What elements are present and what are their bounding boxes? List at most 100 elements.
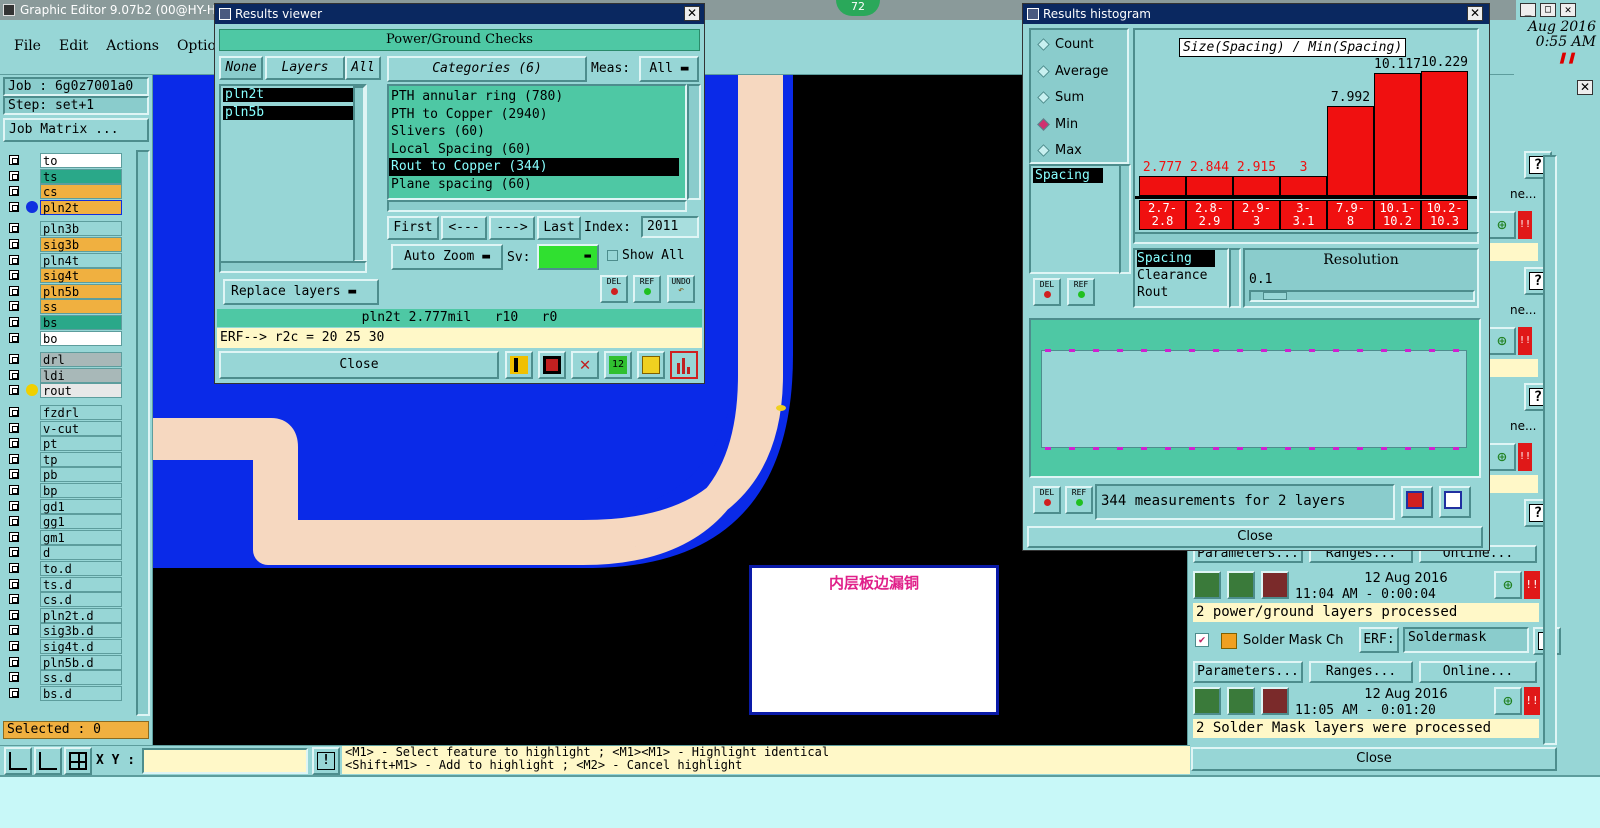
layer-row-sig4t[interactable]: sig4t — [6, 268, 122, 284]
result-layer-item[interactable]: pln5b — [223, 106, 359, 120]
category-item[interactable]: Rout to Copper (344) — [389, 158, 679, 176]
layer-checkbox[interactable] — [9, 547, 19, 558]
export-icon[interactable] — [1401, 486, 1433, 518]
cross-icon[interactable]: ✕ — [571, 351, 599, 379]
first-button[interactable]: First — [387, 216, 439, 240]
drc-icon[interactable] — [505, 351, 533, 379]
layer-checkbox[interactable] — [9, 186, 19, 197]
layers-all-button[interactable]: All — [345, 56, 381, 80]
category-item[interactable]: PTH annular ring (780) — [389, 88, 679, 106]
steps-icon[interactable]: 12 — [604, 351, 632, 379]
zoom-icon[interactable]: ⊕ — [1494, 571, 1522, 599]
layer-row-sig3b.d[interactable]: sig3b.d — [6, 623, 122, 639]
layer-row-d[interactable]: d — [6, 545, 122, 561]
layer-row-bo[interactable]: bo — [6, 330, 122, 346]
metric-item[interactable]: Rout — [1137, 284, 1227, 301]
job-matrix-button[interactable]: Job Matrix ... — [3, 118, 149, 142]
layer-checkbox[interactable] — [9, 239, 19, 249]
stop-icon[interactable] — [1261, 687, 1289, 715]
close-icon[interactable]: ✕ — [684, 6, 700, 21]
show-all-checkbox[interactable] — [607, 250, 618, 261]
layer-row-pln2t[interactable]: pln2t — [6, 199, 122, 215]
run-all-icon[interactable] — [1227, 687, 1255, 715]
result-layer-item[interactable]: pln2t — [223, 88, 359, 102]
grid-icon[interactable] — [64, 747, 92, 775]
layer-checkbox[interactable] — [9, 201, 19, 212]
layer-row-pln2t.d[interactable]: pln2t.d — [6, 607, 122, 623]
layer-checkbox[interactable] — [9, 469, 19, 480]
layer-listbox[interactable]: pln2t pln5b — [219, 84, 367, 264]
layer-scrollbar[interactable] — [136, 150, 150, 716]
layer-row-drl[interactable]: drl — [6, 352, 122, 368]
layer-listbox-hscroll[interactable] — [219, 261, 367, 273]
zoom-icon[interactable]: ⊕ — [1488, 443, 1516, 471]
histogram-bar[interactable] — [1139, 176, 1186, 196]
metric-item-selected[interactable]: Spacing — [1137, 250, 1215, 267]
menu-file[interactable]: File — [14, 38, 41, 54]
layer-checkbox[interactable] — [9, 516, 19, 527]
histogram-icon[interactable] — [670, 351, 698, 379]
last-button[interactable]: Last — [537, 216, 581, 240]
layer-checkbox[interactable] — [9, 354, 19, 365]
category-item[interactable]: Plane spacing (60) — [389, 176, 679, 194]
layer-checkbox[interactable] — [9, 270, 19, 281]
ranges-button[interactable]: Ranges... — [1309, 661, 1413, 683]
layer-checkbox[interactable] — [9, 687, 19, 698]
replace-layers-button[interactable]: Replace layers ▬ — [223, 279, 379, 305]
run-icon[interactable] — [1193, 687, 1221, 715]
layer-checkbox[interactable] — [9, 656, 19, 667]
layer-checkbox[interactable] — [9, 625, 19, 636]
xy-input[interactable] — [142, 748, 308, 774]
layer-checkbox[interactable] — [9, 563, 19, 573]
histogram-bar[interactable] — [1233, 176, 1280, 196]
layer-row-sig3b[interactable]: sig3b — [6, 237, 122, 252]
del-button[interactable]: DEL — [600, 275, 628, 303]
close-icon[interactable]: ✕ — [1577, 80, 1593, 95]
layer-row-pln4t[interactable]: pln4t — [6, 252, 122, 268]
resolution-slider[interactable] — [1249, 290, 1475, 302]
layer-checkbox[interactable] — [9, 317, 19, 327]
layer-checkbox[interactable] — [9, 485, 19, 495]
histogram-hscroll[interactable] — [1133, 232, 1479, 244]
layer-row-pt[interactable]: pt — [6, 436, 122, 452]
layers-button[interactable]: Layers — [265, 56, 345, 80]
chart-icon[interactable] — [1439, 486, 1471, 518]
ref-button[interactable]: REF — [1065, 486, 1093, 514]
prev-button[interactable]: <--- — [441, 216, 487, 240]
sv-color-select[interactable]: ▬ — [537, 244, 599, 270]
online-label[interactable]: ne... — [1510, 303, 1536, 317]
layer-row-ts[interactable]: ts — [6, 168, 122, 184]
erf-button[interactable]: ERF: — [1359, 627, 1399, 653]
minimize-icon[interactable]: _ — [1520, 3, 1536, 17]
layer-checkbox[interactable] — [9, 641, 19, 651]
layer-row-cs[interactable]: cs — [6, 184, 122, 200]
run-all-icon[interactable] — [1227, 571, 1255, 599]
layer-row-pln5b.d[interactable]: pln5b.d — [6, 654, 122, 670]
category-item[interactable]: Local Spacing (60) — [389, 141, 679, 159]
layer-row-v-cut[interactable]: v-cut — [6, 420, 122, 436]
parameters-button[interactable]: Parameters... — [1193, 661, 1303, 683]
zoom-icon[interactable]: ⊕ — [1488, 211, 1516, 239]
metric-scrollbar[interactable] — [1229, 248, 1241, 308]
layer-row-to[interactable]: to — [6, 153, 122, 168]
layer-checkbox[interactable] — [9, 407, 19, 417]
layer-row-gm1[interactable]: gm1 — [6, 529, 122, 545]
ref-button[interactable]: REF — [1067, 278, 1095, 306]
meas-select[interactable]: All ▬ — [639, 56, 699, 82]
histogram-chart[interactable]: Size(Spacing) / Min(Spacing) 2.777 2.7- 2.… — [1133, 28, 1479, 244]
metric-listbox[interactable]: Spacing Clearance Rout — [1133, 248, 1229, 308]
measure-icon[interactable] — [4, 747, 32, 775]
close-icon[interactable]: ✕ — [1560, 3, 1576, 17]
layer-checkbox[interactable] — [9, 223, 19, 234]
report-icon[interactable] — [637, 351, 665, 379]
del-button[interactable]: DEL — [1033, 278, 1061, 306]
layer-checkbox[interactable] — [9, 301, 19, 312]
category-item[interactable]: PTH to Copper (2940) — [389, 106, 679, 124]
enable-checkbox[interactable]: ✔ — [1195, 633, 1209, 647]
layer-row-ss.d[interactable]: ss.d — [6, 670, 122, 686]
auto-zoom-select[interactable]: Auto Zoom ▬ — [391, 244, 503, 270]
histogram-bar[interactable] — [1280, 176, 1327, 196]
next-button[interactable]: ---> — [489, 216, 535, 240]
stop-icon[interactable] — [1261, 571, 1289, 599]
layer-row-bs[interactable]: bs — [6, 315, 122, 330]
